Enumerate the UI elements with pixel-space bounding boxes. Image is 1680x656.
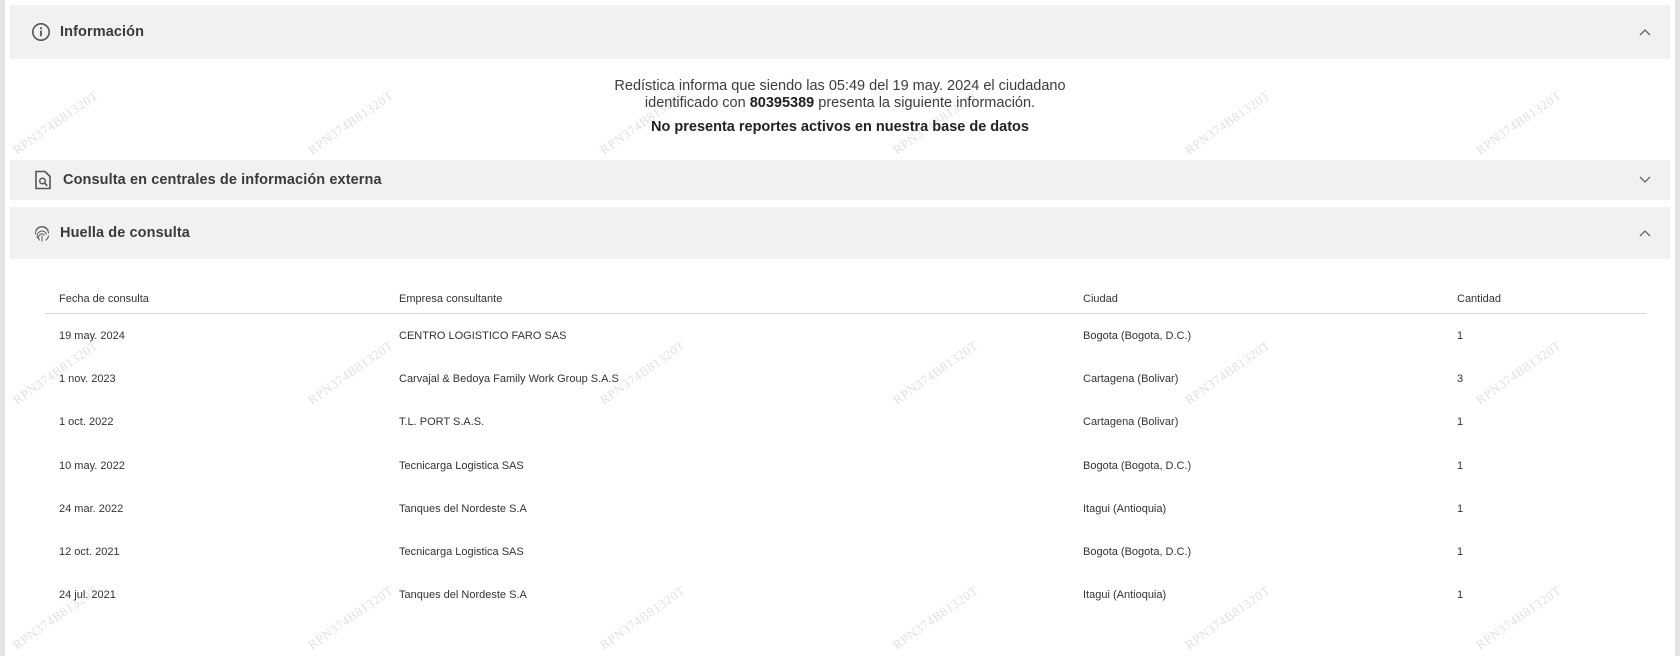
report-page: Información Redística informa que siendo… [0, 0, 1680, 656]
no-reports-message: No presenta reportes activos en nuestra … [651, 119, 1029, 135]
cell-city: Bogota (Bogota, D.C.) [1083, 459, 1192, 472]
cell-date: 1 nov. 2023 [59, 372, 116, 385]
fingerprint-section-title: Huella de consulta [60, 225, 190, 241]
info-statement-line1: Redística informa que siendo las 05:49 d… [614, 78, 1066, 94]
cell-company: T.L. PORT S.A.S. [399, 416, 485, 429]
cell-city: Bogota (Bogota, D.C.) [1083, 329, 1192, 342]
cell-date: 10 may. 2022 [59, 459, 125, 472]
cell-city: Itagui (Antioquia) [1083, 589, 1167, 602]
fingerprint-icon [32, 223, 52, 243]
info-section-title: Información [60, 24, 145, 40]
column-header-date: Fecha de consulta [45, 284, 385, 314]
cell-city: Cartagena (Bolivar) [1083, 416, 1179, 429]
chevron-up-icon[interactable] [1638, 226, 1652, 240]
cell-company: Tecnicarga Logistica SAS [399, 546, 524, 559]
cell-company: Tecnicarga Logistica SAS [399, 459, 524, 472]
table-row: 24 jul. 2021 Tanques del Nordeste S.A It… [45, 574, 1646, 617]
cell-quantity: 1 [1457, 459, 1464, 472]
column-header-city: Ciudad [1069, 284, 1443, 314]
table-header-row: Fecha de consulta Empresa consultante Ci… [45, 284, 1646, 314]
info-statement-line2: identificado con 80395389 presenta la si… [10, 95, 1670, 112]
cell-company: Tanques del Nordeste S.A [399, 589, 527, 602]
fingerprint-section-header[interactable]: Huella de consulta [10, 207, 1670, 259]
table-row: 24 mar. 2022 Tanques del Nordeste S.A It… [45, 487, 1646, 530]
cell-quantity: 1 [1457, 329, 1464, 342]
column-header-quantity: Cantidad [1443, 284, 1646, 314]
cell-quantity: 3 [1457, 372, 1464, 385]
table-row: 10 may. 2022 Tecnicarga Logistica SAS Bo… [45, 444, 1646, 487]
table-row: 12 oct. 2021 Tecnicarga Logistica SAS Bo… [45, 530, 1646, 573]
chevron-down-icon[interactable] [1638, 173, 1652, 187]
cell-date: 24 jul. 2021 [59, 589, 116, 602]
info-circle-icon [30, 21, 52, 43]
info-statement-prefix: identificado con [644, 95, 746, 111]
cell-city: Itagui (Antioquia) [1083, 502, 1167, 515]
cell-date: 1 oct. 2022 [59, 416, 114, 429]
cell-date: 24 mar. 2022 [59, 502, 124, 515]
cell-company: CENTRO LOGISTICO FARO SAS [399, 329, 567, 342]
column-header-company: Empresa consultante [385, 284, 1069, 314]
document-search-icon [32, 169, 54, 191]
table-row: 1 nov. 2023 Carvajal & Bedoya Family Wor… [45, 357, 1646, 400]
cell-quantity: 1 [1457, 546, 1464, 559]
info-statement-suffix: presenta la siguiente información. [818, 95, 1036, 111]
info-section-header[interactable]: Información [10, 5, 1670, 59]
chevron-up-icon[interactable] [1638, 25, 1652, 39]
cell-quantity: 1 [1457, 589, 1464, 602]
info-section-body: Redística informa que siendo las 05:49 d… [10, 59, 1670, 160]
table-row: 19 may. 2024 CENTRO LOGISTICO FARO SAS B… [45, 314, 1646, 358]
cell-quantity: 1 [1457, 416, 1464, 429]
cell-quantity: 1 [1457, 502, 1464, 515]
cell-date: 19 may. 2024 [59, 329, 125, 342]
cell-company: Tanques del Nordeste S.A [399, 502, 527, 515]
query-history-table: Fecha de consulta Empresa consultante Ci… [45, 284, 1646, 617]
external-query-section-title: Consulta en centrales de información ext… [63, 172, 382, 188]
cell-company: Carvajal & Bedoya Family Work Group S.A.… [399, 372, 619, 385]
table-row: 1 oct. 2022 T.L. PORT S.A.S. Cartagena (… [45, 401, 1646, 444]
cell-city: Cartagena (Bolivar) [1083, 372, 1179, 385]
citizen-id-number: 80395389 [749, 95, 815, 111]
cell-city: Bogota (Bogota, D.C.) [1083, 546, 1192, 559]
cell-date: 12 oct. 2021 [59, 546, 120, 559]
external-query-section-header[interactable]: Consulta en centrales de información ext… [10, 160, 1670, 200]
